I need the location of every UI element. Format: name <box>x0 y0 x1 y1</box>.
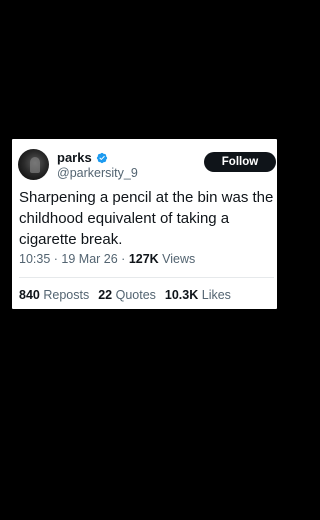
tweet-time[interactable]: 10:35 <box>19 252 50 266</box>
tweet-text: Sharpening a pencil at the bin was the c… <box>19 189 274 248</box>
avatar-figure <box>30 157 40 173</box>
tweet-card: parks @parkersity_9 Follow Sharpening a … <box>12 139 277 309</box>
likes-stat[interactable]: 10.3K Likes <box>165 288 231 302</box>
likes-label: Likes <box>201 288 231 302</box>
verified-badge-icon <box>96 152 107 163</box>
views-label: Views <box>162 252 196 266</box>
tweet-meta: 10:35 · 19 Mar 26 · 127K Views <box>19 252 195 266</box>
views-count: 127K <box>128 252 163 266</box>
engagement-stats: 840 Reposts 22 Quotes 10.3K Likes <box>19 288 231 302</box>
reposts-count: 840 <box>19 288 44 302</box>
quotes-stat[interactable]: 22 Quotes <box>98 288 156 302</box>
author-display-name[interactable]: parks <box>57 150 92 165</box>
quotes-label: Quotes <box>115 288 156 302</box>
author-handle[interactable]: @parkersity_9 <box>57 166 138 180</box>
reposts-label: Reposts <box>43 288 90 302</box>
author-name-row: parks <box>57 150 108 165</box>
likes-count: 10.3K <box>164 288 202 302</box>
quotes-count: 22 <box>98 288 116 302</box>
meta-separator: · <box>121 252 129 266</box>
reposts-stat[interactable]: 840 Reposts <box>19 288 89 302</box>
avatar[interactable] <box>18 149 49 180</box>
divider <box>19 277 274 278</box>
tweet-date[interactable]: 19 Mar 26 <box>61 252 117 266</box>
follow-button[interactable]: Follow <box>204 152 276 172</box>
